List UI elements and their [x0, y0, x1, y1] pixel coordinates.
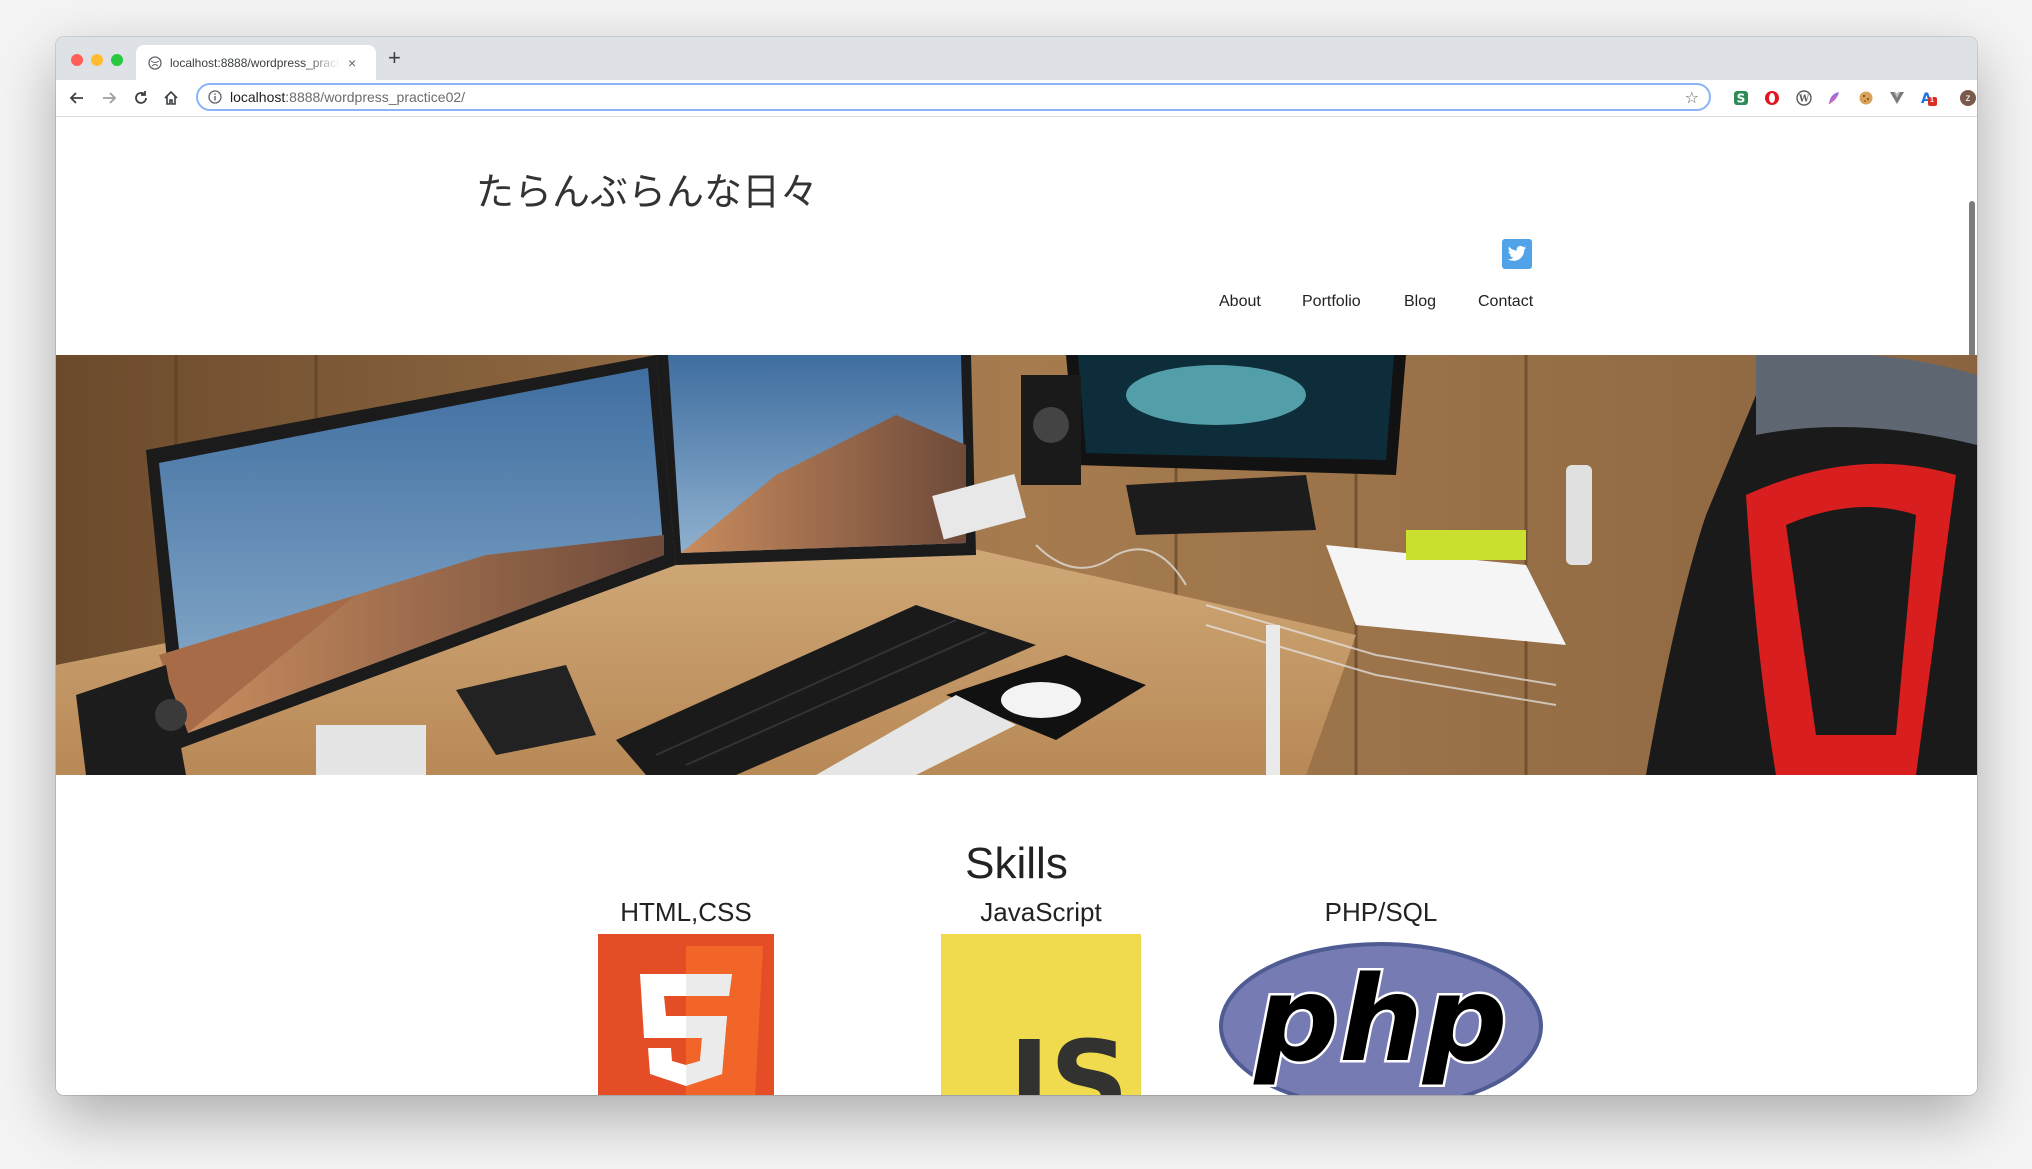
- new-tab-button[interactable]: +: [388, 47, 401, 69]
- avatar-letter: z: [1965, 92, 1971, 104]
- js-logo-text: JS: [1002, 1017, 1129, 1095]
- vuejs-extension-icon[interactable]: [1889, 90, 1905, 106]
- skill-javascript: JavaScript JS: [916, 897, 1166, 1095]
- tab-close-icon[interactable]: ×: [348, 55, 356, 71]
- wordpress-extension-icon[interactable]: W: [1796, 90, 1812, 106]
- browser-tab[interactable]: localhost:8888/wordpress_practice02/ ×: [136, 45, 376, 80]
- cookie-extension-icon[interactable]: [1858, 90, 1874, 106]
- js-logo: JS: [941, 934, 1141, 1095]
- translate-extension-icon[interactable]: A 1: [1921, 90, 1937, 107]
- skills-heading: Skills: [965, 839, 1068, 888]
- info-icon[interactable]: [208, 90, 222, 104]
- skill-label-html-css: HTML,CSS: [620, 897, 752, 927]
- forward-arrow-icon[interactable]: [98, 87, 120, 109]
- browser-toolbar: localhost:8888/wordpress_practice02/ ☆ S…: [56, 80, 1977, 117]
- site-title[interactable]: たらんぶらんな日々: [476, 161, 818, 216]
- skill-label-javascript: JavaScript: [980, 897, 1102, 927]
- reload-icon[interactable]: [130, 87, 152, 109]
- url-host: localhost: [230, 89, 286, 105]
- skill-php-sql: PHP/SQL php: [1216, 897, 1546, 1095]
- url-path: :8888/wordpress_practice02/: [285, 89, 466, 105]
- maximize-window-button[interactable]: [111, 54, 123, 66]
- svg-text:W: W: [1798, 95, 1810, 105]
- opera-extension-icon[interactable]: [1764, 90, 1780, 106]
- s-extension-icon[interactable]: S: [1733, 90, 1749, 106]
- back-arrow-icon[interactable]: [66, 87, 88, 109]
- close-window-button[interactable]: [71, 54, 83, 66]
- feather-extension-icon[interactable]: [1826, 90, 1842, 106]
- home-icon[interactable]: [160, 87, 182, 109]
- nav-portfolio[interactable]: Portfolio: [1302, 293, 1361, 311]
- skill-html-css: HTML,CSS: [561, 897, 811, 1095]
- skill-label-php-sql: PHP/SQL: [1324, 897, 1438, 927]
- extension-badge: 1: [1930, 97, 1934, 104]
- profile-avatar-icon[interactable]: z: [1960, 90, 1976, 106]
- minimize-window-button[interactable]: [91, 54, 103, 66]
- nav-about[interactable]: About: [1219, 293, 1261, 311]
- twitter-icon[interactable]: [1502, 239, 1532, 269]
- hero-image: [56, 355, 1977, 775]
- browser-window: localhost:8888/wordpress_practice02/ × +…: [56, 37, 1977, 1095]
- php-logo-text: php: [1253, 950, 1508, 1088]
- tab-title: localhost:8888/wordpress_practice02/: [170, 55, 340, 70]
- bookmark-star-icon[interactable]: ☆: [1685, 88, 1699, 108]
- address-bar[interactable]: localhost:8888/wordpress_practice02/ ☆: [196, 83, 1711, 111]
- desk-setup-photo: [56, 355, 1977, 775]
- tab-strip: localhost:8888/wordpress_practice02/ × +: [56, 37, 1977, 80]
- nav-blog[interactable]: Blog: [1404, 293, 1436, 311]
- web-page: たらんぶらんな日々 About Portfolio Blog Contact S…: [56, 117, 1977, 1095]
- html5-logo: [598, 934, 774, 1095]
- svg-text:S: S: [1737, 92, 1746, 106]
- url-text: localhost:8888/wordpress_practice02/: [230, 89, 465, 105]
- nav-contact[interactable]: Contact: [1478, 293, 1533, 311]
- globe-icon: [148, 55, 162, 70]
- php-logo: php: [1219, 942, 1543, 1095]
